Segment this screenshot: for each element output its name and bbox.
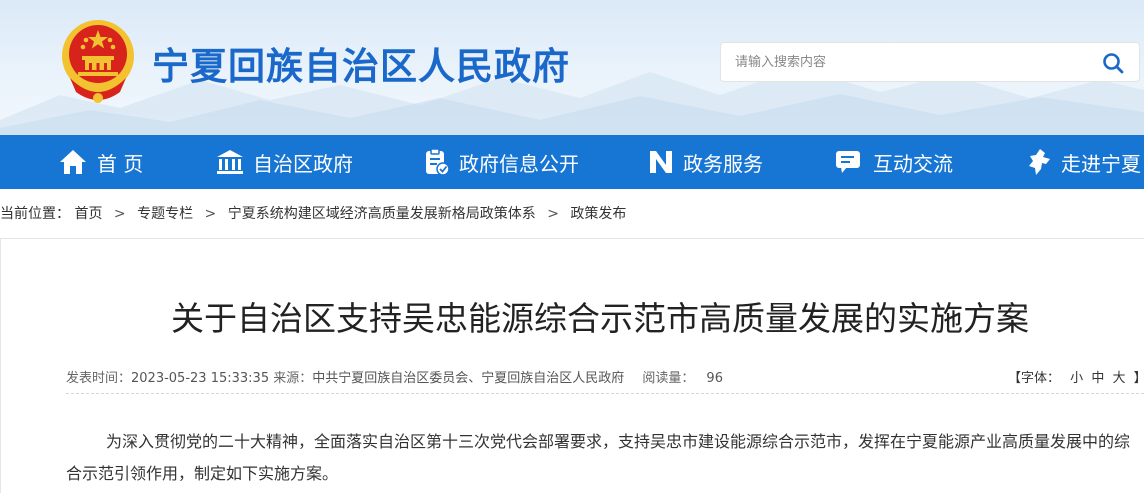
publish-time-label: 发表时间： <box>66 371 132 386</box>
views-count: 96 <box>706 371 723 386</box>
main-nav: 首 页 自治区政府 政府信息公开 政务服务 互动交流 走进宁夏 <box>0 135 1144 189</box>
font-size-label: 【字体： <box>1008 371 1061 386</box>
nav-item-home[interactable]: 首 页 <box>58 135 143 189</box>
nav-item-label: 首 页 <box>97 151 144 176</box>
chat-bubble-icon <box>836 151 860 173</box>
breadcrumb-prefix: 当前位置： <box>0 206 70 222</box>
nav-item-services[interactable]: 政务服务 <box>648 135 763 189</box>
nav-item-label: 走进宁夏 <box>1061 151 1141 176</box>
site-title[interactable]: 宁夏回族自治区人民政府 <box>152 36 570 90</box>
breadcrumb-separator: > <box>547 206 559 222</box>
publish-time: 2023-05-23 15:33:35 <box>131 371 270 386</box>
article-meta: 发表时间：2023-05-23 15:33:35 来源：中共宁夏回族自治区委员会… <box>66 367 723 386</box>
nav-item-label: 互动交流 <box>873 151 953 176</box>
nav-item-label: 政务服务 <box>683 151 763 176</box>
font-size-close-bracket: 】 <box>1134 367 1144 386</box>
service-n-icon <box>650 151 672 173</box>
nav-item-ningxia[interactable]: 走进宁夏 <box>1026 135 1141 189</box>
breadcrumb-separator: > <box>204 206 217 222</box>
breadcrumb: 当前位置： 首页 > 专题专栏 > 宁夏系统构建区域经济高质量发展新格局政策体系… <box>0 203 626 223</box>
ningxia-map-icon <box>1029 149 1050 175</box>
source-label: 来源： <box>273 371 313 386</box>
nav-item-label: 自治区政府 <box>253 151 353 176</box>
breadcrumb-link-special-topics[interactable]: 专题专栏 <box>137 203 193 223</box>
breadcrumb-link-policy-system[interactable]: 宁夏系统构建区域经济高质量发展新格局政策体系 <box>228 203 536 223</box>
site-header: 宁夏回族自治区人民政府 <box>0 0 1144 135</box>
nav-item-info-disclosure[interactable]: 政府信息公开 <box>424 135 579 189</box>
font-size-control: 【字体： 小 中 大 】 <box>1008 367 1144 386</box>
government-building-icon <box>217 150 243 174</box>
search-icon[interactable] <box>1101 51 1125 75</box>
views-label: 阅读量： <box>642 371 695 386</box>
article-paragraph: 为深入贯彻党的二十大精神，全面落实自治区第十三次党代会部署要求，支持吴忠市建设能… <box>66 432 1131 483</box>
breadcrumb-separator: > <box>113 206 126 222</box>
national-emblem-icon <box>62 20 134 103</box>
search-input[interactable] <box>735 43 1095 81</box>
document-check-icon <box>426 148 450 176</box>
home-icon <box>60 150 86 174</box>
font-size-small-button[interactable]: 小 <box>1070 367 1083 386</box>
meta-divider <box>66 393 1144 394</box>
breadcrumb-link-home[interactable]: 首页 <box>74 203 102 223</box>
breadcrumb-link-policy-release[interactable]: 政策发布 <box>570 203 626 223</box>
source-value: 中共宁夏回族自治区委员会、宁夏回族自治区人民政府 <box>312 371 625 386</box>
nav-item-government[interactable]: 自治区政府 <box>216 135 353 189</box>
article-title: 关于自治区支持吴忠能源综合示范市高质量发展的实施方案 <box>171 299 1029 338</box>
font-size-large-button[interactable]: 大 <box>1112 367 1125 386</box>
search-box <box>720 42 1140 82</box>
font-size-medium-button[interactable]: 中 <box>1091 367 1104 386</box>
nav-item-label: 政府信息公开 <box>459 151 579 176</box>
nav-item-interaction[interactable]: 互动交流 <box>834 135 953 189</box>
